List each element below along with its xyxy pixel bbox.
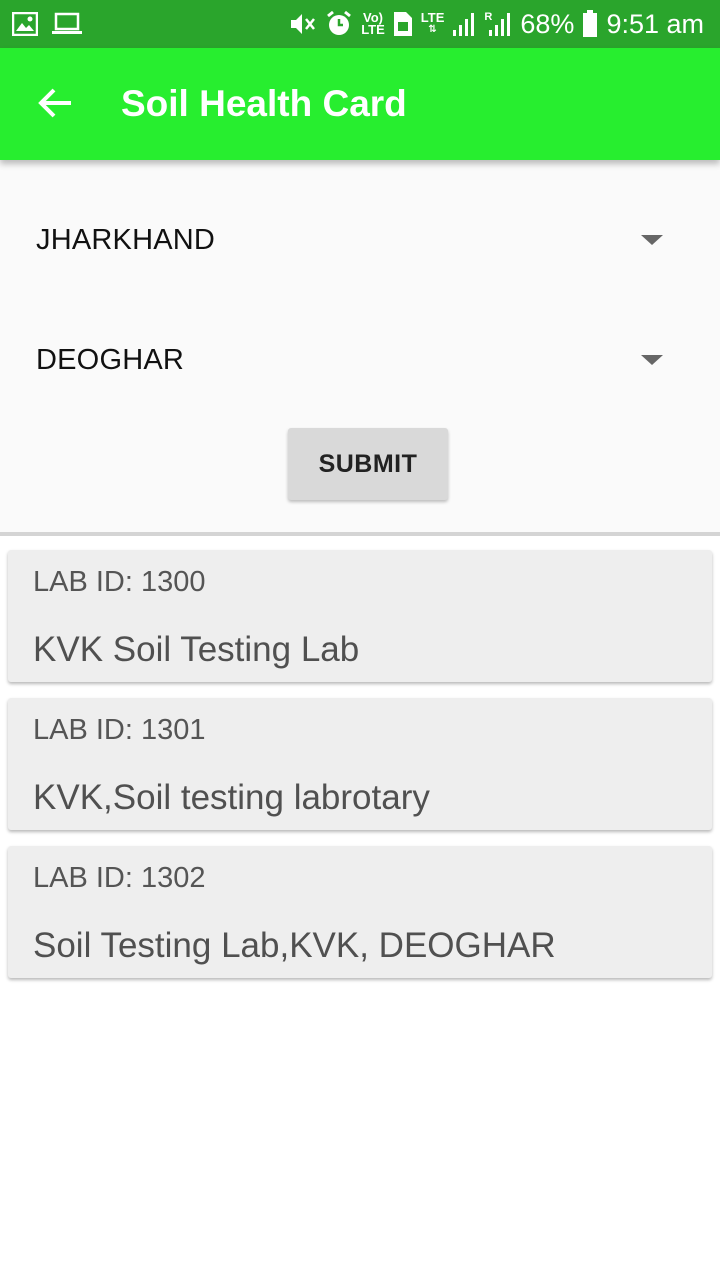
status-left-icons <box>12 12 82 36</box>
roaming-label: R <box>484 11 493 23</box>
lab-name: KVK Soil Testing Lab <box>33 630 360 669</box>
laptop-icon <box>52 12 82 36</box>
image-icon <box>12 12 38 36</box>
battery-icon <box>582 10 598 38</box>
status-bar: Vo) LTE LTE ⇅ R 68% 9:51 am <box>0 0 720 48</box>
clock: 9:51 am <box>606 8 704 39</box>
dropdown-arrow-icon <box>641 355 663 365</box>
alarm-icon <box>325 10 353 38</box>
lab-id: LAB ID: 1302 <box>33 862 206 894</box>
lab-name: Soil Testing Lab,KVK, DEOGHAR <box>33 926 556 965</box>
lte-label: LTE <box>420 10 445 25</box>
district-dropdown-value: DEOGHAR <box>36 343 185 376</box>
lab-card[interactable]: LAB ID: 1302 Soil Testing Lab,KVK, DEOGH… <box>8 846 712 978</box>
app-bar: Soil Health Card <box>0 48 720 160</box>
sim-icon <box>393 11 413 37</box>
data-arrows-icon: ⇅ <box>428 24 437 35</box>
submit-button[interactable]: SUBMIT <box>288 428 448 500</box>
state-dropdown-value: JHARKHAND <box>36 223 216 256</box>
lab-card[interactable]: LAB ID: 1301 KVK,Soil testing labrotary <box>8 698 712 830</box>
lte-icon: LTE ⇅ <box>420 10 445 36</box>
signal-icon <box>452 11 476 37</box>
back-button[interactable] <box>30 80 80 130</box>
state-dropdown[interactable]: JHARKHAND <box>0 200 720 280</box>
lab-id: LAB ID: 1301 <box>33 714 206 746</box>
lab-card[interactable]: LAB ID: 1300 KVK Soil Testing Lab <box>8 550 712 682</box>
district-dropdown[interactable]: DEOGHAR <box>0 320 720 400</box>
lab-id: LAB ID: 1300 <box>33 566 206 598</box>
page-title: Soil Health Card <box>121 83 407 124</box>
status-right-icons: Vo) LTE LTE ⇅ R 68% 9:51 am <box>289 0 704 48</box>
lab-name: KVK,Soil testing labrotary <box>33 778 430 817</box>
volte-bottom-label: LTE <box>361 22 385 37</box>
divider <box>0 532 720 536</box>
mute-icon <box>289 11 317 37</box>
signal-roaming-icon: R <box>484 11 512 37</box>
filter-form: JHARKHAND DEOGHAR SUBMIT <box>0 160 720 532</box>
arrow-left-icon <box>37 87 73 124</box>
battery-percent: 68% <box>520 8 575 39</box>
dropdown-arrow-icon <box>641 235 663 245</box>
volte-icon: Vo) LTE <box>361 11 385 37</box>
